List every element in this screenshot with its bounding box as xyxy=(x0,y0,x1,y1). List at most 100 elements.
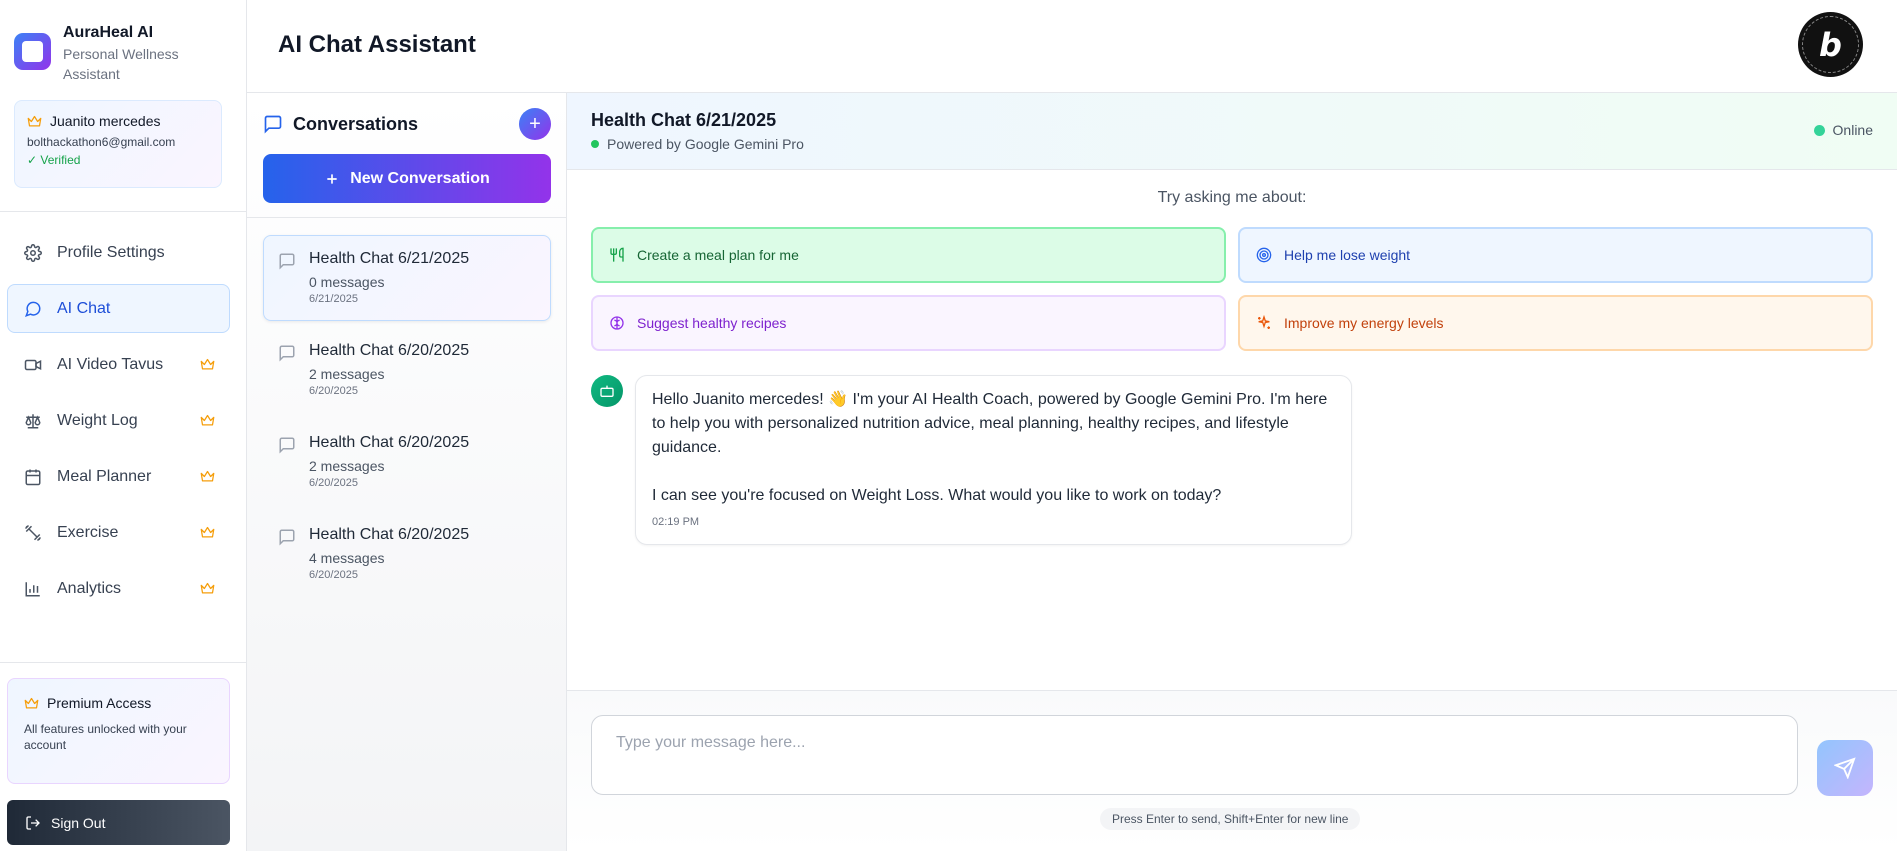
message-paragraph: I can see you're focused on Weight Loss.… xyxy=(652,487,1222,504)
crown-icon xyxy=(200,470,215,482)
calendar-icon xyxy=(23,467,43,487)
send-button[interactable] xyxy=(1817,740,1873,796)
sidebar-item-label: Weight Log xyxy=(57,411,138,429)
conversation-message-count: 2 messages xyxy=(309,458,385,474)
assistant-message: Hello Juanito mercedes! 👋 I'm your AI He… xyxy=(635,375,1352,545)
conversations-panel: Conversations + New Conversation Health … xyxy=(247,93,567,851)
conversation-name: Health Chat 6/21/2025 xyxy=(309,250,470,267)
sparkles-icon xyxy=(1258,315,1270,329)
conversation-item[interactable]: Health Chat 6/20/2025 2 messages 6/20/20… xyxy=(263,419,551,505)
suggestion-label: Suggest healthy recipes xyxy=(637,315,787,331)
message-input[interactable] xyxy=(591,715,1798,795)
premium-description: All features unlocked with your account xyxy=(24,722,187,752)
keyboard-hint: Press Enter to send, Shift+Enter for new… xyxy=(1100,808,1361,830)
sidebar-item-label: Exercise xyxy=(57,523,119,541)
crown-icon xyxy=(24,697,39,708)
brand-logo-icon xyxy=(14,33,51,70)
user-card: Juanito mercedes bolthackathon6@gmail.co… xyxy=(14,100,222,188)
message-timestamp: 02:19 PM xyxy=(652,516,700,528)
premium-access-card: Premium Access All features unlocked wit… xyxy=(7,678,230,784)
user-name: Juanito mercedes xyxy=(50,113,161,129)
bar-chart-icon xyxy=(23,579,43,599)
powered-by-label: Powered by Google Gemini Pro xyxy=(607,136,804,152)
conversation-name: Health Chat 6/20/2025 xyxy=(309,526,470,543)
status-dot-icon xyxy=(591,140,599,148)
conversations-divider xyxy=(247,217,567,218)
sidebar-item-label: Analytics xyxy=(57,579,122,597)
sidebar-item-ai-chat[interactable]: AI Chat xyxy=(7,284,230,333)
conversation-message-count: 2 messages xyxy=(309,366,385,382)
chat-bubble-icon xyxy=(23,299,43,319)
suggestion-label: Improve my energy levels xyxy=(1284,315,1444,331)
online-status: Online xyxy=(1813,122,1873,138)
message-composer: Press Enter to send, Shift+Enter for new… xyxy=(567,690,1897,851)
conversations-title: Conversations xyxy=(293,113,419,134)
sidebar-item-exercise[interactable]: Exercise xyxy=(7,508,230,557)
suggestion-energy-levels-button[interactable]: Improve my energy levels xyxy=(1238,295,1873,351)
sidebar-item-label: Meal Planner xyxy=(57,467,152,485)
sidebar-item-label: Profile Settings xyxy=(57,243,165,261)
message-square-icon xyxy=(279,253,295,270)
premium-title: Premium Access xyxy=(47,695,152,711)
bolt-badge-icon[interactable]: b xyxy=(1798,12,1863,77)
new-conversation-label: New Conversation xyxy=(350,169,490,187)
chat-area: Health Chat 6/21/2025 Powered by Google … xyxy=(567,93,1897,851)
chat-header: Health Chat 6/21/2025 Powered by Google … xyxy=(567,93,1897,170)
conversation-date: 6/20/2025 xyxy=(309,569,358,581)
conversation-item[interactable]: Health Chat 6/20/2025 4 messages 6/20/20… xyxy=(263,511,551,597)
message-paragraph: Hello Juanito mercedes! 👋 I'm your AI He… xyxy=(652,391,1328,456)
crown-icon xyxy=(200,582,215,594)
brand[interactable]: AuraHeal AI Personal Wellness Assistant xyxy=(14,22,193,84)
sidebar-item-label: AI Chat xyxy=(57,299,111,317)
suggestions-heading: Try asking me about: xyxy=(1157,189,1307,206)
sign-out-label: Sign Out xyxy=(51,814,106,831)
page-title: AI Chat Assistant xyxy=(278,31,476,58)
crown-icon xyxy=(200,358,215,370)
conversation-name: Health Chat 6/20/2025 xyxy=(309,434,470,451)
send-icon xyxy=(1834,757,1856,779)
sidebar-item-label: AI Video Tavus xyxy=(57,355,164,373)
conversation-message-count: 0 messages xyxy=(309,274,385,290)
message-square-icon xyxy=(279,529,295,546)
conversation-item[interactable]: Health Chat 6/20/2025 2 messages 6/20/20… xyxy=(263,327,551,413)
message-square-icon xyxy=(279,345,295,362)
sidebar-nav: Profile Settings AI Chat AI Video Tavus xyxy=(7,228,230,620)
target-icon xyxy=(1256,247,1272,263)
plus-icon xyxy=(327,173,337,184)
sidebar-item-meal-planner[interactable]: Meal Planner xyxy=(7,452,230,501)
sidebar-item-analytics[interactable]: Analytics xyxy=(7,564,230,613)
conversation-list: Health Chat 6/21/2025 0 messages 6/21/20… xyxy=(263,235,551,603)
suggestion-lose-weight-button[interactable]: Help me lose weight xyxy=(1238,227,1873,283)
sidebar-item-ai-video-tavus[interactable]: AI Video Tavus xyxy=(7,340,230,389)
brand-subtitle: Personal Wellness Assistant xyxy=(63,46,179,82)
suggestion-healthy-recipes-button[interactable]: Suggest healthy recipes xyxy=(591,295,1226,351)
conversation-message-count: 4 messages xyxy=(309,550,385,566)
conversations-header: Conversations + xyxy=(263,106,551,142)
app-root: AuraHeal AI Personal Wellness Assistant … xyxy=(0,0,1897,851)
conversation-name: Health Chat 6/20/2025 xyxy=(309,342,470,359)
sidebar: AuraHeal AI Personal Wellness Assistant … xyxy=(0,0,247,851)
sidebar-bottom-divider xyxy=(0,662,247,663)
suggestion-label: Help me lose weight xyxy=(1284,247,1411,263)
chat-bubble-icon xyxy=(264,115,282,134)
sidebar-item-weight-log[interactable]: Weight Log xyxy=(7,396,230,445)
sidebar-item-profile-settings[interactable]: Profile Settings xyxy=(7,228,230,277)
message-square-icon xyxy=(279,437,295,454)
online-label: Online xyxy=(1832,122,1873,138)
conversation-date: 6/21/2025 xyxy=(309,293,358,305)
chat-powered-by: Powered by Google Gemini Pro xyxy=(591,136,804,152)
new-conversation-button[interactable]: New Conversation xyxy=(263,154,551,203)
sign-out-button[interactable]: Sign Out xyxy=(7,800,230,845)
suggestion-meal-plan-button[interactable]: Create a meal plan for me xyxy=(591,227,1226,283)
sidebar-divider xyxy=(0,211,247,212)
top-header: AI Chat Assistant b xyxy=(247,0,1897,93)
video-icon xyxy=(23,355,43,375)
dumbbell-icon xyxy=(23,523,43,543)
crown-icon xyxy=(200,526,215,538)
scale-icon xyxy=(23,411,43,431)
conversation-item[interactable]: Health Chat 6/21/2025 0 messages 6/21/20… xyxy=(263,235,551,321)
user-email: bolthackathon6@gmail.com xyxy=(27,135,176,149)
bot-avatar xyxy=(591,375,623,407)
add-conversation-button[interactable]: + xyxy=(519,108,551,140)
logout-icon xyxy=(26,815,40,830)
